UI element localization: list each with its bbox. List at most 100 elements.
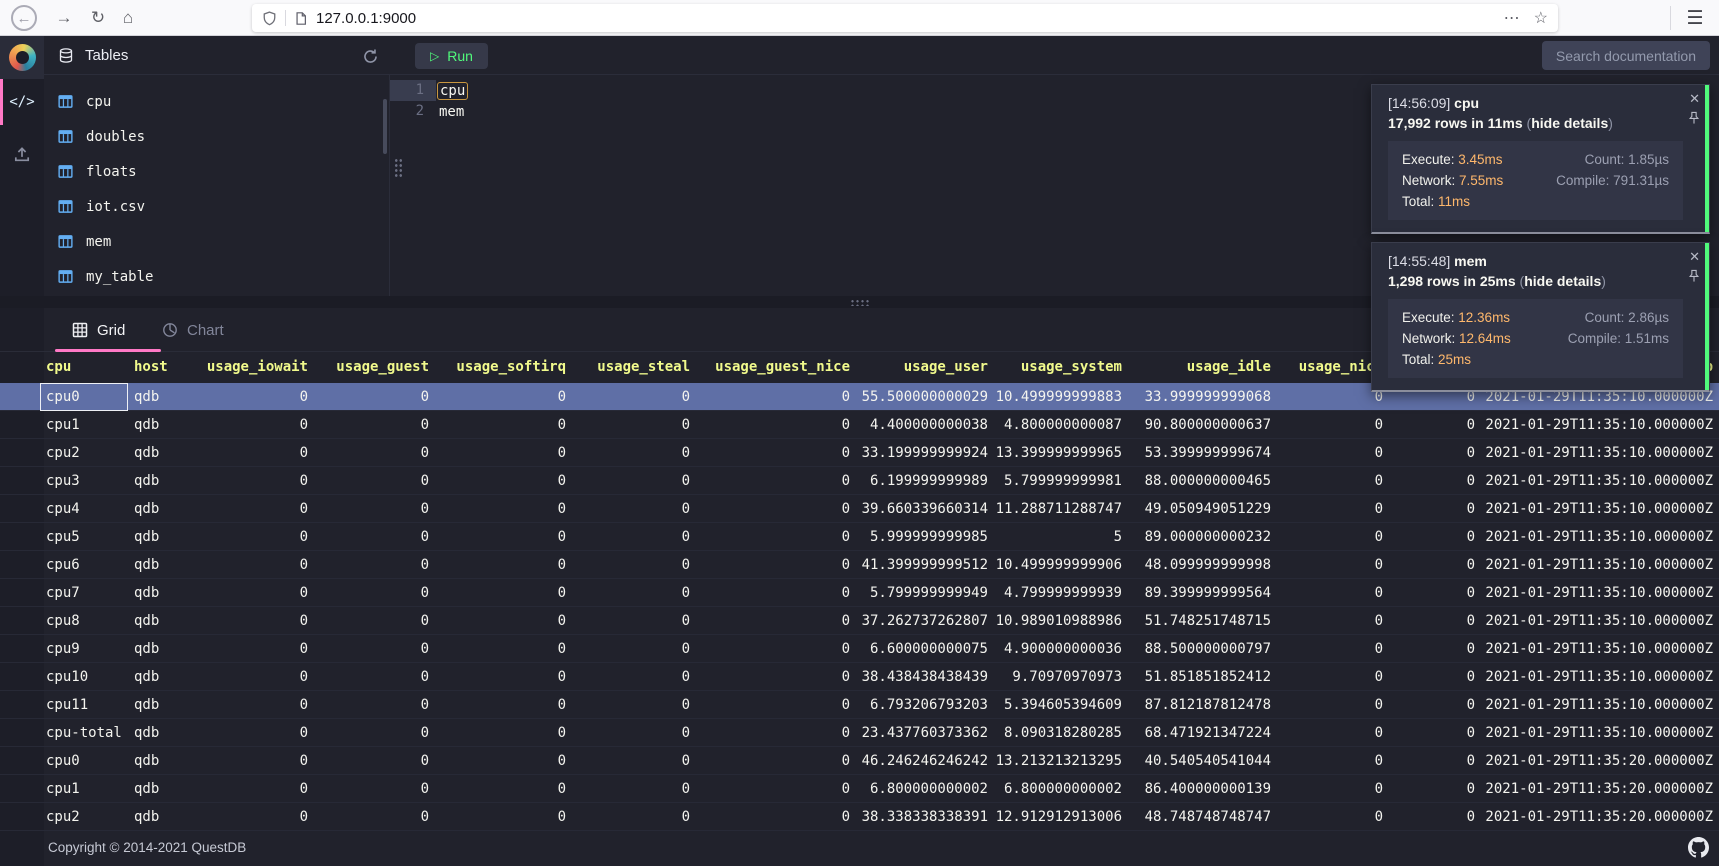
grid-cell[interactable]: 38.338338338391 [854,803,992,831]
grid-cell[interactable]: 68.471921347224 [1126,719,1275,747]
table-list-item[interactable]: my_table [44,259,389,294]
table-list-item[interactable]: mem [44,224,389,259]
grid-cell[interactable]: 0 [433,803,570,831]
close-notification-button[interactable]: ✕ [1689,249,1700,265]
grid-cell[interactable]: 6.199999999989 [854,467,992,495]
sql-console-nav-button[interactable]: </> [0,88,44,116]
grid-cell[interactable]: 37.262737262807 [854,607,992,635]
grid-cell[interactable]: 0 [1275,439,1387,467]
grid-cell[interactable]: 0 [433,775,570,803]
grid-cell[interactable]: 0 [1275,607,1387,635]
grid-cell[interactable]: 0 [433,579,570,607]
grid-cell[interactable]: 2021-01-29T11:35:10.000000Z [1479,635,1717,663]
grid-cell[interactable]: 46.246246246242 [854,747,992,775]
grid-cell[interactable]: 0 [694,747,854,775]
grid-cell[interactable]: 0 [570,719,694,747]
grid-cell[interactable]: 0 [694,803,854,831]
grid-cell[interactable]: 5.799999999949 [854,579,992,607]
questdb-logo[interactable] [0,36,44,79]
grid-cell[interactable]: 88.000000000465 [1126,467,1275,495]
browser-menu-button[interactable]: ☰ [1681,0,1709,36]
grid-cell[interactable]: 0 [1275,495,1387,523]
grid-cell[interactable]: 0 [694,691,854,719]
table-list-item[interactable]: floats [44,154,389,189]
grid-column-header[interactable]: usage_system [992,352,1126,383]
grid-cell[interactable]: 0 [694,607,854,635]
table-row[interactable]: cpu6qdb0000041.39999999951210.4999999999… [0,551,1719,579]
grid-cell[interactable]: 0 [312,467,433,495]
grid-cell[interactable]: 2021-01-29T11:35:10.000000Z [1479,663,1717,691]
grid-cell[interactable]: 0 [694,551,854,579]
grid-cell[interactable]: 0 [433,495,570,523]
bookmark-star-icon[interactable]: ☆ [1534,8,1548,28]
grid-cell[interactable]: 0 [1387,439,1479,467]
grid-cell[interactable]: 2021-01-29T11:35:10.000000Z [1479,439,1717,467]
grid-cell[interactable]: 0 [570,523,694,551]
grid-cell[interactable]: 8.090318280285 [992,719,1126,747]
grid-cell[interactable]: cpu5 [40,523,128,551]
grid-cell[interactable]: 38.438438438439 [854,663,992,691]
grid-cell[interactable]: 0 [694,775,854,803]
grid-cell[interactable]: 0 [193,691,312,719]
table-row[interactable]: cpu1qdb000006.8000000000026.800000000002… [0,775,1719,803]
grid-column-header[interactable]: usage_steal [570,352,694,383]
grid-cell[interactable]: 2021-01-29T11:35:20.000000Z [1479,775,1717,803]
grid-cell[interactable]: 10.499999999883 [992,383,1126,411]
grid-cell[interactable]: 0 [694,523,854,551]
grid-cell[interactable]: 0 [193,803,312,831]
pin-notification-button[interactable] [1688,269,1700,283]
grid-cell[interactable]: 4.400000000038 [854,411,992,439]
grid-cell[interactable]: 0 [312,775,433,803]
table-row[interactable]: cpu-totalqdb0000023.4377603733628.090318… [0,719,1719,747]
grid-column-header[interactable]: host [128,352,193,383]
grid-cell[interactable]: 13.399999999965 [992,439,1126,467]
grid-cell[interactable]: 0 [312,439,433,467]
grid-cell[interactable]: qdb [128,439,193,467]
grid-cell[interactable]: 2021-01-29T11:35:10.000000Z [1479,495,1717,523]
grid-cell[interactable]: 0 [193,411,312,439]
grid-cell[interactable]: 0 [312,411,433,439]
table-row[interactable]: cpu0qdb0000046.24624624624213.2132132132… [0,747,1719,775]
grid-cell[interactable]: 0 [312,803,433,831]
grid-cell[interactable]: 0 [694,383,854,411]
grid-cell[interactable]: 53.399999999674 [1126,439,1275,467]
table-row[interactable]: cpu2qdb0000038.33833833839112.9129129130… [0,803,1719,831]
grid-cell[interactable]: 0 [433,663,570,691]
grid-cell[interactable]: 4.800000000087 [992,411,1126,439]
grid-cell[interactable]: 0 [1275,551,1387,579]
grid-cell[interactable]: 0 [433,383,570,411]
tab-chart[interactable]: Chart [162,308,224,352]
grid-cell[interactable]: qdb [128,663,193,691]
grid-cell[interactable]: 0 [1275,747,1387,775]
grid-cell[interactable]: 0 [570,775,694,803]
grid-cell[interactable]: 89.399999999564 [1126,579,1275,607]
grid-cell[interactable]: 2021-01-29T11:35:10.000000Z [1479,719,1717,747]
grid-cell[interactable]: 0 [433,439,570,467]
grid-cell[interactable]: cpu2 [40,439,128,467]
grid-cell[interactable]: 6.800000000002 [854,775,992,803]
shield-icon[interactable] [262,11,277,26]
grid-cell[interactable]: 0 [1387,719,1479,747]
grid-cell[interactable]: 0 [1387,663,1479,691]
grid-cell[interactable]: 0 [694,719,854,747]
grid-column-header[interactable]: usage_guest [312,352,433,383]
grid-cell[interactable]: cpu3 [40,467,128,495]
grid-cell[interactable]: 0 [1275,803,1387,831]
grid-cell[interactable]: 0 [570,383,694,411]
grid-cell[interactable]: 0 [570,579,694,607]
grid-cell[interactable]: qdb [128,747,193,775]
grid-cell[interactable]: 0 [312,551,433,579]
grid-cell[interactable]: 13.213213213295 [992,747,1126,775]
grid-cell[interactable]: 48.748748748747 [1126,803,1275,831]
grid-cell[interactable]: 4.799999999939 [992,579,1126,607]
grid-cell[interactable]: qdb [128,495,193,523]
grid-cell[interactable]: qdb [128,635,193,663]
grid-column-header[interactable]: usage_iowait [193,352,312,383]
sidebar-scrollbar[interactable] [383,99,387,154]
grid-cell[interactable]: 2021-01-29T11:35:10.000000Z [1479,467,1717,495]
grid-cell[interactable]: 0 [570,551,694,579]
grid-cell[interactable]: 0 [1387,467,1479,495]
grid-cell[interactable]: 0 [193,747,312,775]
table-row[interactable]: cpu4qdb0000039.66033966031411.2887112887… [0,495,1719,523]
grid-cell[interactable]: 0 [312,523,433,551]
